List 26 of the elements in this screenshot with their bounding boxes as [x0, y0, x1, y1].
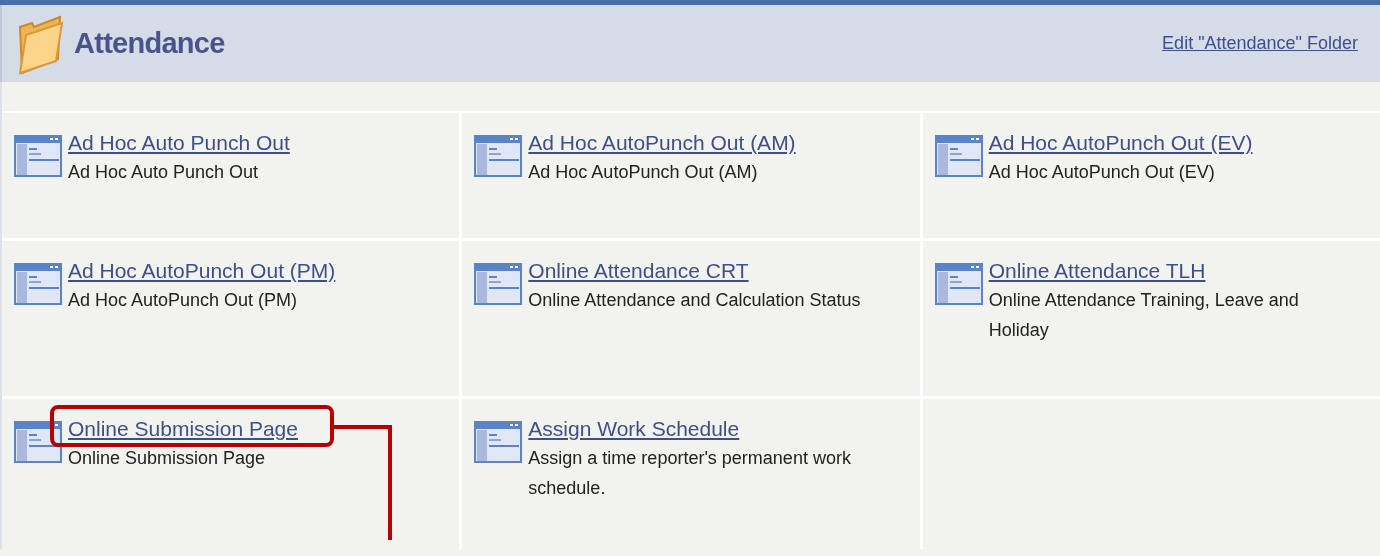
page-icon — [474, 135, 523, 177]
page-description: Online Submission Page — [68, 447, 267, 470]
page-description: Ad Hoc AutoPunch Out (AM) — [528, 161, 759, 184]
folder-title: Attendance — [74, 25, 225, 61]
page-link[interactable]: Online Attendance CRT — [528, 259, 749, 282]
page-link[interactable]: Ad Hoc AutoPunch Out (PM) — [68, 259, 336, 282]
page-link[interactable]: Ad Hoc Auto Punch Out — [68, 131, 290, 154]
page-description: Ad Hoc AutoPunch Out (EV) — [988, 161, 1216, 184]
page-icon — [934, 135, 983, 177]
page-icon — [474, 421, 523, 463]
page-description: Online Attendance and Calculation Status — [528, 289, 861, 312]
page-description: Ad Hoc Auto Punch Out — [68, 161, 260, 184]
page-link[interactable]: Assign Work Schedule — [528, 417, 740, 440]
page-description: Assign a time reporter's permanent work schedule. — [528, 447, 852, 500]
page-description: Ad Hoc AutoPunch Out (PM) — [68, 289, 299, 312]
page-link[interactable]: Online Submission Page — [68, 417, 298, 440]
page-icon — [934, 263, 983, 305]
page-description: Online Attendance Training, Leave and Holiday — [988, 289, 1300, 342]
page-icon — [14, 263, 62, 305]
page-link[interactable]: Ad Hoc AutoPunch Out (AM) — [528, 131, 796, 154]
edit-folder-link[interactable]: Edit "Attendance" Folder — [1162, 30, 1358, 57]
page-icon — [474, 263, 523, 305]
page-link[interactable]: Ad Hoc AutoPunch Out (EV) — [988, 131, 1253, 154]
page-link[interactable]: Online Attendance TLH — [988, 259, 1206, 282]
page-icon — [14, 421, 62, 463]
page-icon — [14, 135, 62, 177]
